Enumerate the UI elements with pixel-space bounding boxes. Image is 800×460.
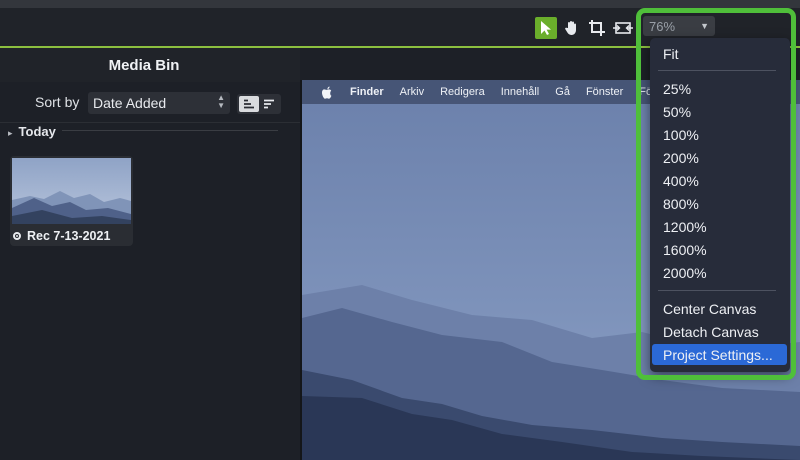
- group-label: Today: [18, 124, 56, 139]
- zoom-select[interactable]: 76% ▼: [643, 16, 715, 36]
- zoom-dropdown-menu: Fit 25% 50% 100% 200% 400% 800% 1200% 16…: [650, 38, 790, 372]
- media-bin-title: Media Bin: [108, 56, 180, 74]
- menu-item-zoom-50[interactable]: 50%: [663, 104, 691, 120]
- apple-icon: [320, 86, 334, 99]
- media-item[interactable]: Rec 7-13-2021: [10, 156, 133, 246]
- menubar-item-redigera: Redigera: [440, 86, 485, 98]
- menu-item-detach-canvas[interactable]: Detach Canvas: [663, 324, 759, 340]
- menu-item-zoom-2000[interactable]: 2000%: [663, 265, 707, 281]
- chevron-down-icon: ▼: [700, 21, 709, 31]
- menu-item-zoom-800[interactable]: 800%: [663, 196, 699, 212]
- menubar-item-innehall: Innehåll: [500, 86, 540, 98]
- menu-item-center-canvas[interactable]: Center Canvas: [663, 301, 756, 317]
- menu-item-zoom-1600[interactable]: 1600%: [663, 242, 707, 258]
- sort-separator: [0, 122, 300, 123]
- group-today[interactable]: ▸ Today: [8, 124, 56, 139]
- collapse-caret-icon: ▸: [8, 128, 13, 138]
- media-item-footer: Rec 7-13-2021: [10, 226, 133, 246]
- menu-item-zoom-25[interactable]: 25%: [663, 81, 691, 97]
- menubar-item-arkiv: Arkiv: [399, 86, 425, 98]
- menubar-item-ga: Gå: [555, 86, 570, 98]
- media-bin-panel: Media Bin Sort by Date Added ▲▼ ▸ Today: [0, 48, 300, 460]
- menu-item-project-settings[interactable]: Project Settings...: [663, 347, 773, 363]
- view-toggle: [237, 94, 281, 114]
- menu-item-zoom-100[interactable]: 100%: [663, 127, 699, 143]
- pan-zoom-tool-button[interactable]: [612, 17, 634, 39]
- menu-separator: [658, 290, 776, 291]
- sort-ascending-button[interactable]: [239, 96, 259, 112]
- media-thumbnail: [12, 158, 131, 224]
- media-item-name: Rec 7-13-2021: [27, 229, 111, 243]
- record-icon: [13, 232, 21, 240]
- menubar-item-finder: Finder: [350, 86, 384, 98]
- sort-value: Date Added: [93, 95, 167, 111]
- sort-descending-button[interactable]: [259, 96, 279, 112]
- hand-icon: [565, 21, 576, 35]
- top-strip: [0, 0, 800, 8]
- menu-item-zoom-1200[interactable]: 1200%: [663, 219, 707, 235]
- menu-item-zoom-200[interactable]: 200%: [663, 150, 699, 166]
- pointer-icon: [541, 21, 551, 35]
- group-divider: [62, 130, 278, 131]
- menu-item-fit[interactable]: Fit: [663, 46, 679, 62]
- crop-tool-button[interactable]: [586, 17, 608, 39]
- crop-icon: [589, 20, 605, 36]
- updown-chevron-icon: ▲ ▼: [217, 93, 225, 110]
- menu-item-zoom-400[interactable]: 400%: [663, 173, 699, 189]
- sort-label: Sort by: [35, 94, 80, 110]
- menubar-item-fonster: Fönster: [585, 86, 624, 98]
- media-bin-header: Media Bin: [0, 48, 300, 82]
- sort-row: Sort by Date Added ▲ ▼: [0, 88, 300, 118]
- pan-zoom-icon: [613, 22, 633, 34]
- sort-ascending-icon: [244, 99, 254, 109]
- hand-tool-button[interactable]: [561, 17, 583, 39]
- zoom-value: 76%: [649, 18, 676, 34]
- menu-separator: [658, 70, 776, 71]
- sort-descending-icon: [264, 99, 274, 109]
- sort-select[interactable]: Date Added ▲ ▼: [88, 92, 230, 114]
- select-tool-button[interactable]: [535, 17, 557, 39]
